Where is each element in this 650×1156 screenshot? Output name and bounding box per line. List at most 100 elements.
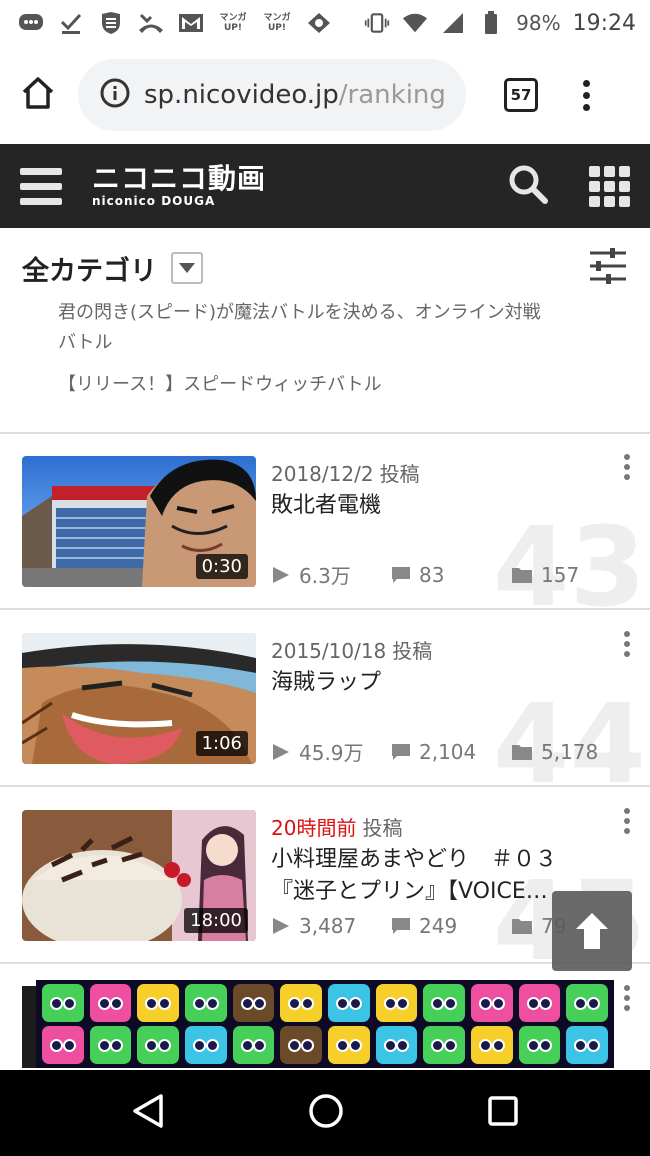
video-thumbnail[interactable]: 1:06 [22,633,256,764]
address-bar[interactable]: sp.nicovideo.jp/ranking [78,59,466,131]
shield-icon [98,11,124,35]
posted-date: 2018/12/2 [271,462,374,486]
message-icon [18,11,44,35]
mylist-count-value: 5,178 [541,739,599,764]
ad-description: 君の閃き(スピード)が魔法バトルを決める、オンライン対戦 バトル 【リリース！】… [0,300,650,434]
url-path: /ranking [338,80,446,110]
folder-icon [512,567,532,583]
more-options-icon[interactable] [624,808,630,834]
niconico-logo[interactable]: ニコニコ動画 niconico DOUGA [92,162,267,208]
ranking-item[interactable]: 43 0:30 2018/12/2 投稿 敗北者電機 6.3万 83 157 [0,434,650,610]
mylist-count: 5,178 [511,740,598,764]
posted-label: 投稿 [379,462,420,486]
play-icon [273,566,289,583]
clock: 19:24 [572,10,636,36]
logo-sub-text: niconico DOUGA [92,194,216,208]
vibrate-icon [364,11,390,35]
description-line-1: 君の閃き(スピード)が魔法バトルを決める、オンライン対戦 [58,302,541,323]
home-icon[interactable] [20,76,56,114]
view-count: 45.9万 [271,737,391,766]
download-done-icon [58,11,84,35]
video-title[interactable]: 敗北者電機 [271,490,591,522]
comment-count: 83 [391,563,511,587]
posted-date: 20時間前 [271,816,357,840]
back-icon[interactable] [131,1093,165,1133]
comment-icon [392,566,410,583]
comment-icon [392,743,410,760]
arrow-up-icon [576,913,608,949]
view-count-value: 45.9万 [299,741,364,765]
category-bar: 全カテゴリ [0,228,650,308]
search-icon[interactable] [507,163,549,209]
video-stats: 6.3万 83 157 [271,560,579,589]
posted-info: 2015/10/18 投稿 [271,635,432,664]
comment-icon [392,918,410,934]
browser-toolbar: sp.nicovideo.jp/ranking 57 [0,46,650,144]
recents-icon[interactable] [487,1095,519,1131]
mylist-count: 157 [511,563,579,587]
comment-count-value: 249 [419,914,458,938]
game-notification-icon [306,11,332,35]
view-count-value: 3,487 [299,914,357,938]
posted-info: 2018/12/2 投稿 [271,458,420,487]
posted-label: 投稿 [392,639,433,663]
browser-menu-icon[interactable] [576,79,596,111]
hamburger-menu-icon[interactable] [20,167,62,205]
play-icon [273,743,289,760]
posted-info: 20時間前 投稿 [271,812,402,841]
tab-switcher-button[interactable]: 57 [504,78,538,112]
folder-icon [512,744,532,760]
comment-count-value: 83 [419,562,445,587]
wifi-icon [402,11,428,35]
battery-icon [478,11,504,35]
battery-percent: 98% [516,11,561,35]
game-ad-banner[interactable] [36,980,614,1068]
folder-icon [512,919,532,934]
url-text: sp.nicovideo.jp/ranking [144,80,446,110]
view-count-value: 6.3万 [299,564,351,588]
video-thumbnail[interactable]: 0:30 [22,456,256,587]
video-stats: 3,487 249 79 [271,914,566,938]
android-nav-bar [0,1070,650,1156]
ranking-item[interactable]: 44 1:06 2015/10/18 投稿 海賊ラップ 45.9万 2,104 5… [0,611,650,787]
missed-call-icon [138,11,164,35]
video-stats: 45.9万 2,104 5,178 [271,737,598,766]
scroll-to-top-button[interactable] [552,891,632,971]
manga-up-icon-2: マンガ UP! [263,13,291,33]
category-dropdown[interactable] [171,252,203,284]
posted-label: 投稿 [362,816,403,840]
more-options-icon[interactable] [624,985,630,1011]
more-options-icon[interactable] [624,454,630,480]
chevron-down-icon [179,263,195,273]
status-bar: マンガ UP! マンガ UP! 98% 19:24 [0,0,650,46]
more-options-icon[interactable] [624,631,630,657]
home-nav-icon[interactable] [307,1092,345,1134]
url-host: sp.nicovideo.jp [144,80,339,110]
video-title[interactable]: 海賊ラップ [271,667,591,699]
video-duration: 0:30 [195,554,248,579]
partial-thumbnail [22,986,36,1068]
comment-count: 2,104 [391,740,511,764]
mylist-count-value: 157 [541,562,580,587]
description-line-3[interactable]: 【リリース！】スピードウィッチバトル [0,370,650,400]
filter-settings-icon[interactable] [588,248,628,288]
info-icon[interactable] [100,78,130,112]
play-icon [273,918,289,934]
manga-up-icon: マンガ UP! [219,13,247,33]
video-duration: 18:00 [184,908,248,933]
video-title[interactable]: 小料理屋あまやどり ＃０３『迷子とプリン』【VOICE… [271,844,591,908]
video-thumbnail[interactable]: 18:00 [22,810,256,941]
video-duration: 1:06 [195,731,248,756]
description-line-2: バトル [58,332,113,353]
view-count: 6.3万 [271,560,391,589]
logo-main-text: ニコニコ動画 [92,162,267,195]
comment-count-value: 2,104 [419,739,477,764]
gmail-icon [178,11,204,35]
view-count: 3,487 [271,914,391,938]
site-header: ニコニコ動画 niconico DOUGA [0,144,650,228]
signal-icon [440,11,466,35]
category-title[interactable]: 全カテゴリ [22,249,157,288]
comment-count: 249 [391,914,511,938]
apps-grid-icon[interactable] [589,165,630,207]
posted-date: 2015/10/18 [271,639,387,663]
